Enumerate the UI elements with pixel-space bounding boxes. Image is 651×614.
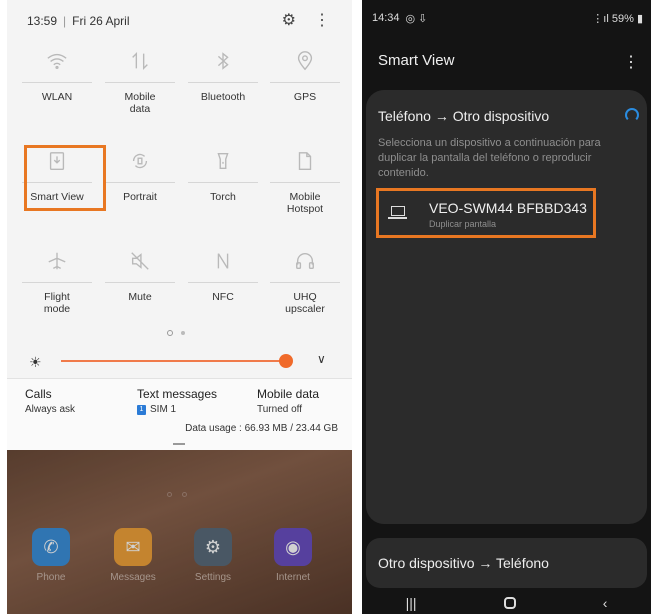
status-time: 14:34 <box>372 12 400 24</box>
phone-to-device-card: Teléfono → Otro dispositivo Selecciona u… <box>366 90 647 524</box>
page-dot-active <box>167 330 173 336</box>
more-options-icon[interactable]: ⋮ <box>314 10 330 30</box>
loading-spinner-icon <box>625 108 639 122</box>
status-bar: 14:34 ◎ ⇩ <box>372 12 427 25</box>
notification-icons: ◎ ⇩ <box>405 13 428 25</box>
status-separator: | <box>63 14 67 28</box>
status-right: ⋮ıl 59% ▮ <box>592 12 643 25</box>
tile-label: Mobile Hotspot <box>286 191 324 215</box>
sim-card-icon: 1 <box>137 404 146 415</box>
sim-usage-panel: Calls Always ask Text messages 1 SIM 1 M… <box>7 378 352 450</box>
device-item[interactable]: VEO-SWM44 BFBBD343 Duplicar pantalla <box>376 188 596 238</box>
tile-gps[interactable]: GPS <box>265 46 345 103</box>
home-dim-overlay <box>7 450 352 614</box>
home-icon[interactable] <box>503 597 516 609</box>
tile-label: Bluetooth <box>200 91 246 103</box>
brightness-icon: ☀ <box>29 354 42 370</box>
battery-percent: 59% <box>611 13 634 25</box>
calls-value: Always ask <box>25 404 76 415</box>
back-icon[interactable]: ‹ <box>603 595 608 611</box>
brightness-track[interactable] <box>61 360 281 362</box>
top-icons: ⚙ ⋮ <box>282 10 330 30</box>
tile-mute[interactable]: Mute <box>100 246 180 303</box>
mobile-data-icon <box>132 52 148 70</box>
laptop-icon <box>388 206 407 219</box>
calls-setting[interactable]: Calls Always ask <box>25 387 75 415</box>
device-subtitle: Duplicar pantalla <box>429 219 497 229</box>
tile-label: Flight mode <box>43 291 71 315</box>
smart-view-highlight <box>24 145 106 211</box>
tile-mobile-hotspot[interactable]: Mobile Hotspot <box>265 146 345 215</box>
nfc-icon <box>217 253 229 269</box>
wifi-icon <box>47 53 67 70</box>
headphones-icon <box>296 253 314 270</box>
tile-wlan[interactable]: WLAN <box>17 46 97 103</box>
gear-icon[interactable]: ⚙ <box>282 10 296 30</box>
navigation-bar: ||| ‹ <box>362 592 651 614</box>
hotspot-icon <box>298 152 312 170</box>
device-to-phone-item[interactable]: Otro dispositivo → Teléfono <box>366 538 647 588</box>
mute-icon <box>131 252 149 270</box>
tile-uhq-upscaler[interactable]: UHQ upscaler <box>265 246 345 315</box>
text-messages-label: Text messages <box>137 387 218 401</box>
tile-nfc[interactable]: NFC <box>183 246 263 303</box>
device-name: VEO-SWM44 BFBBD343 <box>429 200 587 216</box>
tile-torch[interactable]: Torch <box>183 146 263 203</box>
chevron-down-icon[interactable]: ∨ <box>317 352 326 366</box>
tile-label: UHQ upscaler <box>285 291 325 315</box>
calls-label: Calls <box>25 387 52 401</box>
quick-settings-panel: 13:59 | Fri 26 April ⚙ ⋮ WLAN Mobile dat… <box>7 0 352 614</box>
page-dot <box>181 331 185 335</box>
recents-icon[interactable]: ||| <box>406 595 417 611</box>
tile-label: Torch <box>210 191 236 203</box>
brightness-thumb[interactable] <box>279 354 293 368</box>
brightness-slider[interactable]: ☀ ∨ <box>29 352 339 372</box>
page-indicator <box>167 330 185 336</box>
status-time: 13:59 <box>27 14 58 28</box>
mobile-data-label: Mobile data <box>257 387 320 401</box>
rotate-icon <box>132 153 148 169</box>
more-options-icon[interactable]: ⋮ <box>623 52 639 72</box>
section-title: Teléfono → Otro dispositivo <box>378 108 550 124</box>
tile-label: Mobile data <box>124 91 156 115</box>
status-date: Fri 26 April <box>72 14 130 28</box>
tile-mobile-data[interactable]: Mobile data <box>100 46 180 115</box>
tile-label: NFC <box>212 291 234 303</box>
drag-handle[interactable] <box>173 443 185 445</box>
signal-icon: ⋮ıl <box>592 13 612 25</box>
smart-view-screen: 14:34 ◎ ⇩ ⋮ıl 59% ▮ Smart View ⋮ Teléfon… <box>362 0 651 614</box>
bluetooth-icon <box>217 52 229 70</box>
tile-label: Portrait <box>123 191 157 203</box>
battery-icon: ▮ <box>633 13 643 25</box>
tile-flight-mode[interactable]: Flight mode <box>17 246 97 315</box>
torch-icon <box>217 152 229 170</box>
data-usage-text: Data usage : 66.93 MB / 23.44 GB <box>185 423 338 434</box>
tile-portrait[interactable]: Portrait <box>100 146 180 203</box>
status-bar: 13:59 | Fri 26 April <box>27 14 130 28</box>
tile-bluetooth[interactable]: Bluetooth <box>183 46 263 103</box>
mobile-data-setting[interactable]: Mobile data Turned off <box>257 387 319 415</box>
tile-label: WLAN <box>41 91 73 103</box>
airplane-icon <box>48 252 66 270</box>
text-messages-value: SIM 1 <box>150 404 177 415</box>
page-title: Smart View <box>378 52 455 69</box>
mobile-data-value: Turned off <box>257 404 303 415</box>
location-icon <box>297 51 313 71</box>
tile-label: GPS <box>293 91 317 103</box>
tile-label: Mute <box>128 291 152 303</box>
device-to-phone-label: Otro dispositivo → Teléfono <box>378 555 549 571</box>
text-messages-setting[interactable]: Text messages 1 SIM 1 <box>137 387 217 415</box>
section-description: Selecciona un dispositivo a continuación… <box>378 137 601 179</box>
